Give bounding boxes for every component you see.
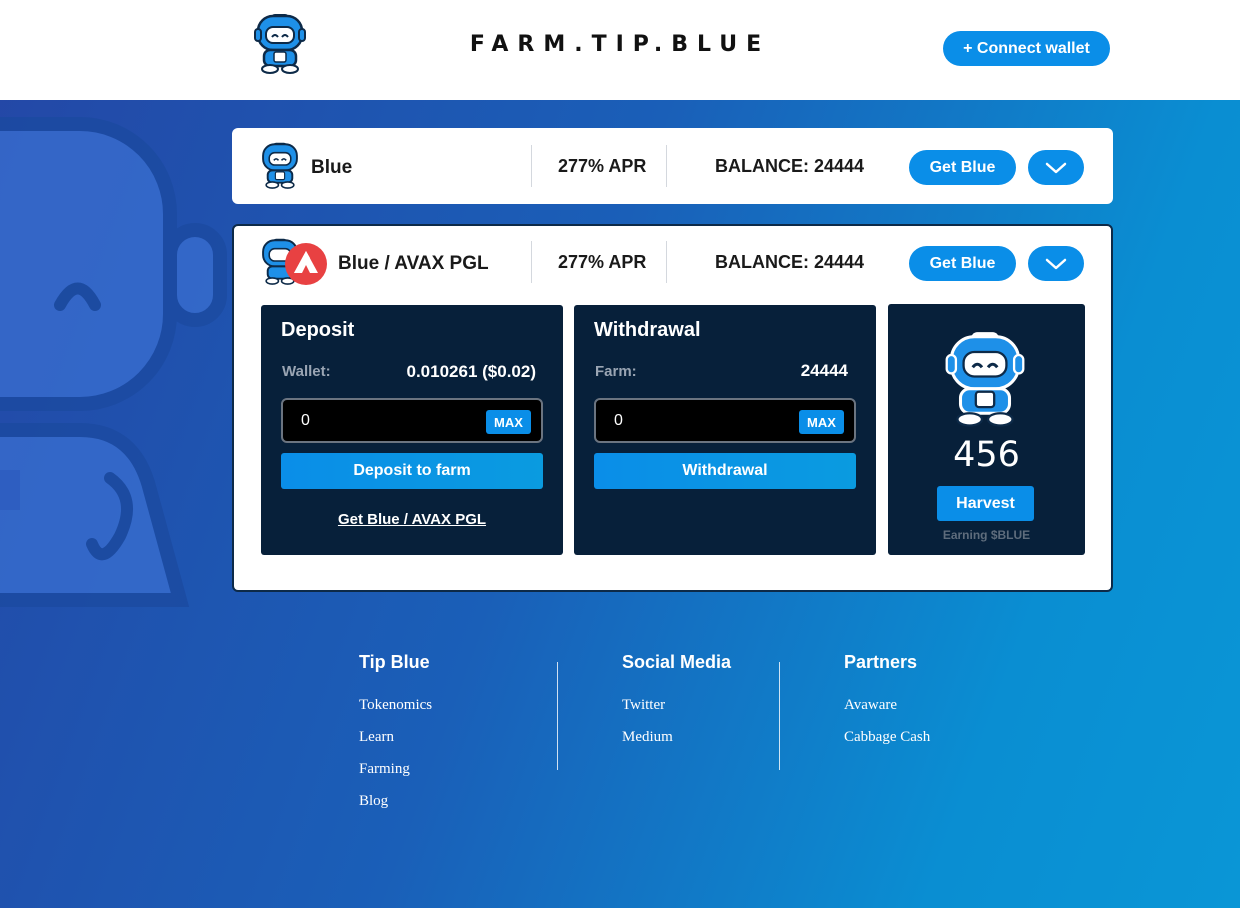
farm-row[interactable]: Blue 277% APR BALANCE: 24444 Get Blue: [232, 128, 1113, 204]
get-blue-button[interactable]: Get Blue: [909, 150, 1016, 185]
background-mascot-icon: [0, 117, 227, 607]
farm-name: Blue: [311, 157, 353, 178]
deposit-title: Deposit: [281, 319, 355, 341]
earning-label: Earning $BLUE: [942, 528, 1031, 542]
chevron-down-icon: [1045, 258, 1067, 269]
footer-link-cabbage-cash[interactable]: Cabbage Cash: [844, 729, 930, 761]
footer-link-tokenomics[interactable]: Tokenomics: [359, 697, 432, 729]
farm-name: Blue / AVAX PGL: [338, 253, 489, 274]
expand-button[interactable]: [1028, 150, 1084, 185]
get-pgl-link[interactable]: Get Blue / AVAX PGL: [261, 511, 563, 528]
withdrawal-panel: Withdrawal Farm: 24444 0 MAX Withdrawal: [574, 305, 876, 555]
divider: [666, 241, 667, 283]
withdrawal-max-button[interactable]: MAX: [799, 410, 844, 434]
farm-card-blue-avax: Blue / AVAX PGL 277% APR BALANCE: 24444 …: [232, 224, 1113, 592]
robot-mascot-icon: [945, 332, 1025, 427]
get-blue-button[interactable]: Get Blue: [909, 246, 1016, 281]
robot-mascot-icon: [262, 142, 298, 189]
footer-heading: Social Media: [622, 652, 732, 672]
footer-link-blog[interactable]: Blog: [359, 793, 432, 825]
wallet-label: Wallet:: [282, 363, 331, 380]
withdrawal-amount-value: 0: [614, 412, 623, 429]
wallet-balance: 0.010261 ($0.02): [406, 362, 537, 381]
divider: [531, 241, 532, 283]
farm-balance: 24444: [800, 361, 848, 380]
divider: [666, 145, 667, 187]
footer-heading: Partners: [844, 652, 918, 672]
chevron-down-icon: [1045, 162, 1067, 173]
footer-column-social-media: Social Media Twitter Medium: [622, 652, 731, 761]
footer-heading: Tip Blue: [359, 652, 430, 672]
earned-amount: 456: [953, 435, 1020, 475]
apr-value: 277% APR: [558, 252, 647, 272]
deposit-panel: Deposit Wallet: 0.010261 ($0.02) 0 MAX D…: [261, 305, 563, 555]
farm-label: Farm:: [595, 363, 637, 380]
apr-value: 277% APR: [558, 156, 647, 176]
footer-column-partners: Partners Avaware Cabbage Cash: [844, 652, 930, 761]
collapse-button[interactable]: [1028, 246, 1084, 281]
footer-link-medium[interactable]: Medium: [622, 729, 731, 761]
footer-link-learn[interactable]: Learn: [359, 729, 432, 761]
withdrawal-button[interactable]: Withdrawal: [594, 453, 856, 489]
farm-row[interactable]: Blue / AVAX PGL 277% APR BALANCE: 24444 …: [232, 224, 1109, 300]
footer-link-avaware[interactable]: Avaware: [844, 697, 930, 729]
deposit-amount-input[interactable]: 0 MAX: [281, 398, 543, 443]
withdrawal-amount-input[interactable]: 0 MAX: [594, 398, 856, 443]
footer-link-twitter[interactable]: Twitter: [622, 697, 731, 729]
divider: [531, 145, 532, 187]
deposit-max-button[interactable]: MAX: [486, 410, 531, 434]
top-header: FARM.TIP.BLUE + Connect wallet: [0, 0, 1240, 100]
footer-column-tip-blue: Tip Blue Tokenomics Learn Farming Blog: [359, 652, 432, 825]
footer-divider: [557, 662, 558, 770]
harvest-panel: 456 Harvest Earning $BLUE: [888, 304, 1085, 555]
balance-value: BALANCE: 24444: [715, 156, 865, 176]
deposit-amount-value: 0: [301, 412, 310, 429]
farm-card-blue: Blue 277% APR BALANCE: 24444 Get Blue: [232, 128, 1113, 204]
harvest-button[interactable]: Harvest: [937, 486, 1034, 521]
avax-icon: [285, 243, 327, 285]
balance-value: BALANCE: 24444: [715, 252, 865, 272]
withdrawal-title: Withdrawal: [594, 319, 701, 341]
footer-link-farming[interactable]: Farming: [359, 761, 432, 793]
connect-wallet-button[interactable]: + Connect wallet: [943, 31, 1110, 66]
footer-divider: [779, 662, 780, 770]
deposit-to-farm-button[interactable]: Deposit to farm: [281, 453, 543, 489]
